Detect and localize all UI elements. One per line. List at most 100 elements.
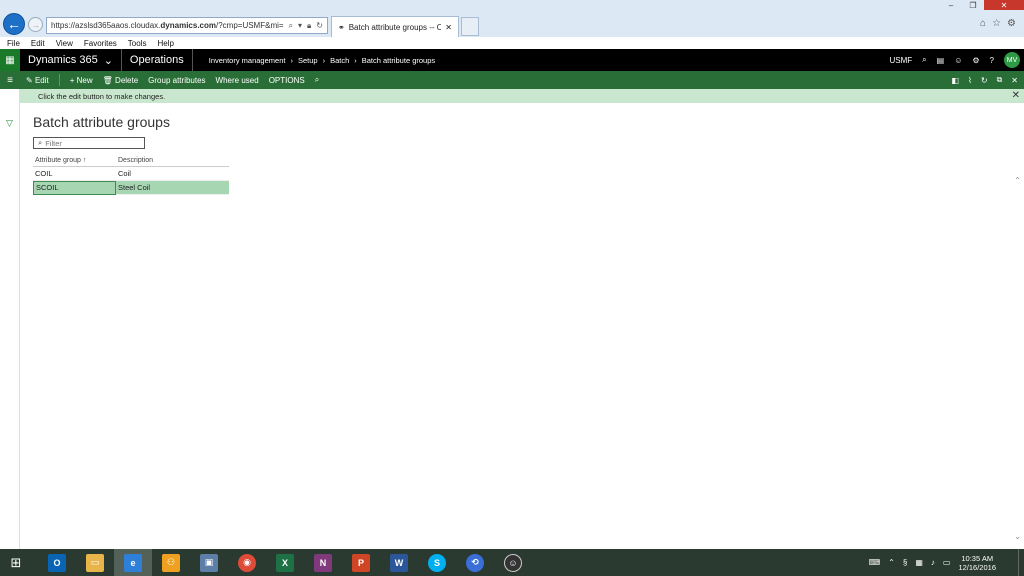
close-icon[interactable]: ✕ — [1012, 90, 1020, 101]
gear-icon[interactable]: ⚙ — [1007, 18, 1016, 29]
brand-menu[interactable]: Dynamics 365 ⌄ — [20, 49, 122, 71]
close-tab-icon[interactable]: ✕ — [445, 23, 452, 32]
table-row[interactable]: COIL Coil — [33, 167, 229, 181]
word-app[interactable]: W — [380, 549, 418, 576]
table-row[interactable]: SCOIL Steel Coil — [33, 180, 229, 195]
url-suffix: /?cmp=USMF&mi= — [215, 21, 284, 30]
where-used-button[interactable]: Where used — [216, 76, 259, 85]
chevron-right-icon: › — [290, 55, 293, 65]
breadcrumb-batch-attribute-groups[interactable]: Batch attribute groups — [362, 56, 435, 65]
hamburger-menu-icon[interactable]: ≡ — [0, 75, 20, 86]
cell-description: Steel Coil — [118, 183, 151, 192]
window-controls: – ❐ ✕ — [940, 0, 1024, 10]
company-picker[interactable]: USMF — [889, 56, 912, 65]
scroll-up-icon[interactable]: ⌃ — [1014, 176, 1021, 185]
breadcrumb-batch[interactable]: Batch — [330, 56, 349, 65]
close-window-icon[interactable]: ✕ — [984, 0, 1024, 10]
smiley-icon[interactable]: ☺ — [954, 56, 962, 65]
forward-button[interactable]: → — [28, 17, 43, 32]
menu-edit[interactable]: Edit — [31, 39, 45, 48]
taskbar-clock[interactable]: 10:35 AM 12/16/2016 — [958, 554, 996, 572]
help-icon[interactable]: ? — [990, 56, 994, 65]
favorites-star-icon[interactable]: ☆ — [992, 18, 1001, 29]
chrome-app[interactable]: ◉ — [228, 549, 266, 576]
action-pane-right-icons: ◧ ⌇ ↻ ⧉ ✕ — [951, 71, 1018, 89]
divider — [58, 74, 60, 86]
new-button[interactable]: + New — [70, 76, 93, 85]
new-tab-button[interactable] — [461, 17, 479, 36]
powerpoint-app[interactable]: P — [342, 549, 380, 576]
scroll-down-icon[interactable]: ⌄ — [1014, 532, 1021, 541]
internet-explorer-app[interactable]: e — [114, 549, 152, 576]
minimize-icon[interactable]: – — [940, 0, 962, 10]
edit-label: Edit — [34, 75, 49, 85]
gear-icon[interactable]: ⚙ — [972, 56, 979, 65]
breadcrumb-setup[interactable]: Setup — [298, 56, 318, 65]
address-bar[interactable]: https://azslsd365aaos.cloudax.dynamics.c… — [46, 17, 328, 34]
refresh-icon[interactable]: ↻ — [316, 21, 323, 31]
home-icon[interactable]: ⌂ — [980, 18, 986, 29]
skype-tray-icon[interactable]: § — [903, 558, 907, 567]
refresh-icon[interactable]: ↻ — [981, 76, 988, 85]
dropdown-icon[interactable]: ▾ — [298, 21, 302, 31]
menu-file[interactable]: File — [7, 39, 20, 48]
contact-app[interactable]: ☺ — [494, 549, 532, 576]
sync-app[interactable]: ⟲ — [456, 549, 494, 576]
system-tray: ⌨ ⌃ § ▦ ♪ ▭ 10:35 AM 12/16/2016 — [869, 549, 996, 576]
grid-header: Attribute group ↑ Description — [33, 155, 229, 167]
chevron-down-icon: ⌄ — [103, 54, 113, 67]
message-icon[interactable]: ▤ — [937, 56, 945, 65]
volume-icon[interactable]: ♪ — [931, 558, 935, 567]
restore-icon[interactable]: ❐ — [962, 0, 984, 10]
lock-icon[interactable]: 🔒︎ — [307, 21, 311, 31]
excel-app[interactable]: X — [266, 549, 304, 576]
notification-icon[interactable]: ▭ — [943, 558, 951, 567]
plus-icon: + — [69, 75, 75, 85]
search-icon[interactable]: ⌕ — [922, 55, 926, 65]
column-header-attribute-group[interactable]: Attribute group ↑ — [33, 157, 116, 164]
breadcrumb-inventory-management[interactable]: Inventory management — [209, 56, 286, 65]
remote-desktop-app[interactable]: ▣ — [190, 549, 228, 576]
menu-view[interactable]: View — [56, 39, 73, 48]
tab-title: Batch attribute groups -- O... — [348, 22, 442, 32]
action-pane: ≡ ✎ Edit + New 🗑︎ Delete Group attribute… — [0, 71, 1024, 89]
attachment-icon[interactable]: ⌇ — [968, 76, 972, 85]
module-name[interactable]: Operations — [122, 49, 193, 71]
chevron-up-icon[interactable]: ⌃ — [888, 558, 895, 567]
filter-field[interactable]: ⌕ — [33, 137, 145, 149]
avatar[interactable]: MV — [1004, 52, 1020, 68]
show-desktop-button[interactable] — [1018, 549, 1024, 576]
menu-tools[interactable]: Tools — [128, 39, 147, 48]
app-launcher-icon[interactable]: ▦ — [0, 49, 20, 71]
page-favicon-icon: ⚭ — [338, 22, 345, 32]
office-icon[interactable]: ◧ — [951, 76, 959, 85]
group-attributes-button[interactable]: Group attributes — [148, 76, 205, 85]
column-header-description[interactable]: Description — [116, 157, 229, 164]
back-button[interactable]: ← — [3, 13, 25, 35]
keyboard-icon[interactable]: ⌨ — [869, 558, 881, 567]
close-icon[interactable]: ✕ — [1011, 76, 1018, 85]
chevron-right-icon: › — [354, 55, 357, 65]
menu-help[interactable]: Help — [157, 39, 173, 48]
browser-tab[interactable]: ⚭ Batch attribute groups -- O... ✕ — [331, 16, 459, 37]
network-icon[interactable]: ▦ — [915, 558, 923, 567]
delete-button[interactable]: 🗑︎ Delete — [103, 76, 139, 85]
search-icon[interactable]: ⌕ — [315, 75, 319, 85]
search-icon[interactable]: ⌕ — [289, 21, 293, 31]
open-new-window-icon[interactable]: ⧉ — [997, 75, 1003, 85]
outlook-app[interactable]: O — [38, 549, 76, 576]
filter-icon[interactable]: ▽ — [6, 118, 13, 129]
filter-input[interactable] — [45, 138, 136, 148]
browser-toolbar: – ❐ ✕ ← → https://azslsd365aaos.cloudax.… — [0, 0, 1024, 37]
windows-start-icon[interactable]: ⊞ — [0, 549, 32, 576]
options-tab[interactable]: OPTIONS — [269, 76, 305, 85]
onenote-app[interactable]: N — [304, 549, 342, 576]
people-app[interactable]: ⚇ — [152, 549, 190, 576]
menu-favorites[interactable]: Favorites — [84, 39, 117, 48]
cell-attribute-group: COIL — [35, 169, 53, 178]
edit-button[interactable]: ✎ Edit — [26, 76, 49, 85]
file-explorer-app[interactable]: ▭ — [76, 549, 114, 576]
skype-app[interactable]: S — [418, 549, 456, 576]
brand-name: Dynamics 365 — [28, 54, 98, 66]
address-icons: ⌕ ▾ 🔒︎ ↻ — [289, 21, 327, 31]
